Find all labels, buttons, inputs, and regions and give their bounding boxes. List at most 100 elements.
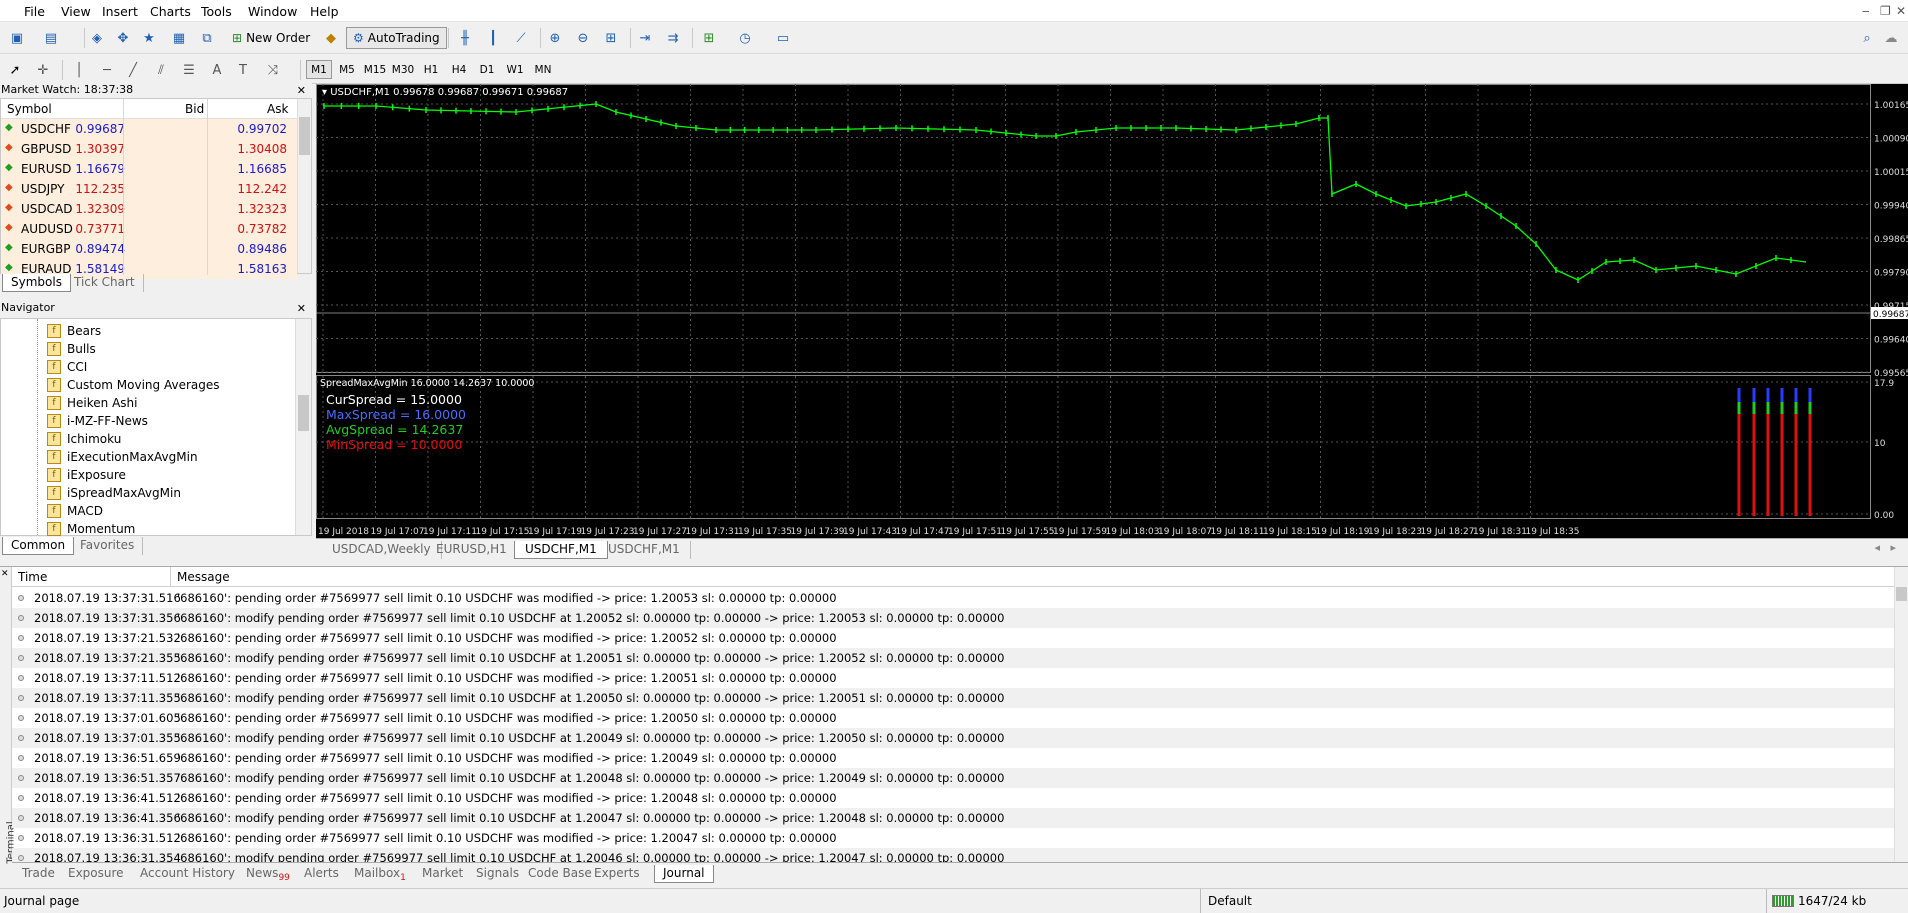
chart-tab-eurusd-h1[interactable]: EURUSD,H1 bbox=[426, 541, 518, 559]
journal-row[interactable]: 2018.07.19 13:36:31.512'686160': pending… bbox=[12, 828, 1894, 848]
terminal-tab-signals[interactable]: Signals bbox=[476, 865, 519, 883]
terminal-icon[interactable]: ▦ bbox=[168, 27, 190, 49]
navigator-item[interactable]: f iExposure bbox=[47, 466, 126, 484]
navigator-item[interactable]: f Heiken Ashi bbox=[47, 394, 137, 412]
menu-tools[interactable]: Tools bbox=[201, 4, 232, 19]
periods-icon[interactable]: ◷ bbox=[734, 27, 756, 49]
timeframe-d1[interactable]: D1 bbox=[474, 60, 500, 79]
journal-row[interactable]: 2018.07.19 13:37:21.355'686160': modify … bbox=[12, 648, 1894, 668]
chart-shift-icon[interactable]: ⇥ bbox=[634, 27, 656, 49]
timeframe-w1[interactable]: W1 bbox=[502, 60, 528, 79]
price-chart[interactable]: 1.00165 1.00090 1.00015 0.99940 0.99865 0.997… bbox=[316, 84, 1908, 538]
navigator-item[interactable]: f Bears bbox=[47, 322, 101, 340]
navigator-item[interactable]: f Momentum bbox=[47, 520, 135, 538]
tab-scroll-left-icon[interactable]: ◂ bbox=[1874, 541, 1880, 554]
chart-tab-usdchf-m1[interactable]: USDCHF,M1 bbox=[514, 541, 608, 559]
chart-tab-usdchf-m1-2[interactable]: USDCHF,M1 bbox=[598, 541, 691, 559]
trendline-icon[interactable]: ╱ bbox=[122, 59, 144, 81]
market-watch-icon[interactable]: ◈ bbox=[86, 27, 108, 49]
vertical-line-icon[interactable]: │ bbox=[68, 59, 90, 81]
terminal-tab-code-base[interactable]: Code Base bbox=[528, 865, 592, 883]
chart-tab-usdcad-weekly[interactable]: USDCAD,Weekly bbox=[322, 541, 442, 559]
navigator-item[interactable]: f Bulls bbox=[47, 340, 96, 358]
terminal-tab-market[interactable]: Market bbox=[422, 865, 463, 883]
horizontal-line-icon[interactable]: ─ bbox=[96, 59, 118, 81]
journal-row[interactable]: 2018.07.19 13:36:41.356'686160': modify … bbox=[12, 808, 1894, 828]
candlestick-icon[interactable]: ┃ bbox=[482, 27, 504, 49]
chart-window[interactable]: 1.00165 1.00090 1.00015 0.99940 0.99865 0.997… bbox=[316, 84, 1908, 538]
tile-windows-icon[interactable]: ⊞ bbox=[600, 27, 622, 49]
market-watch-row[interactable]: ◆ GBPUSD 1.30397 1.30408 bbox=[1, 139, 297, 159]
timeframe-m15[interactable]: M15 bbox=[362, 60, 388, 79]
market-watch-row[interactable]: ◆ EURUSD 1.16679 1.16685 bbox=[1, 159, 297, 179]
journal-row[interactable]: 2018.07.19 13:37:01.355'686160': modify … bbox=[12, 728, 1894, 748]
terminal-tab-exposure[interactable]: Exposure bbox=[68, 865, 124, 883]
cursor-icon[interactable]: ➚ bbox=[4, 59, 26, 81]
market-watch-row[interactable]: ◆ EURGBP 0.89474 0.89486 bbox=[1, 239, 297, 259]
chat-icon[interactable]: ☁ bbox=[1880, 27, 1902, 49]
market-watch-row[interactable]: ◆ USDJPY 112.235 112.242 bbox=[1, 179, 297, 199]
navigator-item[interactable]: f iExecutionMaxAvgMin bbox=[47, 448, 198, 466]
symbol-header[interactable]: Symbol bbox=[7, 102, 52, 116]
menu-insert[interactable]: Insert bbox=[102, 4, 138, 19]
market-watch-row[interactable]: ◆ USDCHF 0.99687 0.99702 bbox=[1, 119, 297, 139]
timeframe-mn[interactable]: MN bbox=[530, 60, 556, 79]
journal-row[interactable]: 2018.07.19 13:37:01.605'686160': pending… bbox=[12, 708, 1894, 728]
navigator-icon[interactable]: ★ bbox=[138, 27, 160, 49]
templates-icon[interactable]: ▭ bbox=[772, 27, 794, 49]
journal-row[interactable]: 2018.07.19 13:37:31.356'686160': modify … bbox=[12, 608, 1894, 628]
channel-icon[interactable]: ⫽ bbox=[150, 59, 172, 81]
indicators-icon[interactable]: ⊞ bbox=[698, 27, 720, 49]
restore-icon[interactable]: ❐ bbox=[1880, 4, 1891, 18]
close-icon[interactable]: ✕ bbox=[297, 83, 306, 99]
terminal-tab-experts[interactable]: Experts bbox=[594, 865, 640, 883]
timeframe-m5[interactable]: M5 bbox=[334, 60, 360, 79]
journal-row[interactable]: 2018.07.19 13:36:51.357'686160': modify … bbox=[12, 768, 1894, 788]
autotrading-button[interactable]: ⚙ AutoTrading bbox=[346, 27, 447, 49]
market-watch-scrollbar[interactable] bbox=[297, 99, 311, 273]
terminal-tab-trade[interactable]: Trade bbox=[22, 865, 55, 883]
market-watch-row[interactable]: ◆ USDCAD 1.32309 1.32323 bbox=[1, 199, 297, 219]
terminal-tab-account-history[interactable]: Account History bbox=[140, 865, 235, 883]
journal-row[interactable]: 2018.07.19 13:37:31.516'686160': pending… bbox=[12, 588, 1894, 608]
navigator-scrollbar[interactable] bbox=[295, 319, 311, 535]
profiles-icon[interactable]: ▤ bbox=[40, 27, 62, 49]
crosshair-icon[interactable]: ✛ bbox=[32, 59, 54, 81]
bar-chart-icon[interactable]: ╫ bbox=[454, 27, 476, 49]
navigator-item[interactable]: f MACD bbox=[47, 502, 103, 520]
line-chart-icon[interactable]: ⟋ bbox=[510, 27, 532, 49]
timeframe-h1[interactable]: H1 bbox=[418, 60, 444, 79]
journal-row[interactable]: 2018.07.19 13:36:51.659'686160': pending… bbox=[12, 748, 1894, 768]
timeframe-h4[interactable]: H4 bbox=[446, 60, 472, 79]
journal-row[interactable]: 2018.07.19 13:37:21.532'686160': pending… bbox=[12, 628, 1894, 648]
zoom-out-icon[interactable]: ⊖ bbox=[572, 27, 594, 49]
message-header[interactable]: Message bbox=[177, 570, 230, 584]
tab-symbols[interactable]: Symbols bbox=[2, 274, 71, 292]
tab-tick-chart[interactable]: Tick Chart bbox=[66, 274, 144, 292]
zoom-in-icon[interactable]: ⊕ bbox=[544, 27, 566, 49]
navigator-item[interactable]: f CCI bbox=[47, 358, 87, 376]
tester-icon[interactable]: ⧉ bbox=[196, 27, 218, 49]
bid-header[interactable]: Bid bbox=[185, 102, 204, 116]
text-label-icon[interactable]: T bbox=[232, 59, 254, 81]
data-window-icon[interactable]: ✥ bbox=[112, 27, 134, 49]
new-order-button[interactable]: ⊞ New Order bbox=[232, 27, 310, 49]
ask-header[interactable]: Ask bbox=[267, 102, 288, 116]
text-icon[interactable]: A bbox=[206, 59, 228, 81]
journal-row[interactable]: 2018.07.19 13:37:11.355'686160': modify … bbox=[12, 688, 1894, 708]
menu-window[interactable]: Window bbox=[248, 4, 297, 19]
market-watch-row[interactable]: ◆ AUDUSD 0.73771 0.73782 bbox=[1, 219, 297, 239]
tab-favorites[interactable]: Favorites bbox=[72, 537, 144, 555]
close-icon[interactable]: ✕ bbox=[1896, 4, 1906, 18]
navigator-item[interactable]: f Custom Moving Averages bbox=[47, 376, 219, 394]
menu-file[interactable]: File bbox=[24, 4, 45, 19]
minimize-icon[interactable]: ‒ bbox=[1862, 4, 1870, 18]
terminal-tab-alerts[interactable]: Alerts bbox=[304, 865, 339, 883]
journal-scrollbar[interactable] bbox=[1894, 567, 1908, 861]
new-chart-icon[interactable]: ▣ bbox=[6, 27, 28, 49]
terminal-tab-news[interactable]: News99 bbox=[246, 865, 290, 883]
timeframe-m30[interactable]: M30 bbox=[390, 60, 416, 79]
search-icon[interactable]: ⌕ bbox=[1856, 27, 1878, 49]
terminal-tab-mailbox[interactable]: Mailbox1 bbox=[354, 865, 406, 883]
navigator-item[interactable]: f iSpreadMaxAvgMin bbox=[47, 484, 181, 502]
